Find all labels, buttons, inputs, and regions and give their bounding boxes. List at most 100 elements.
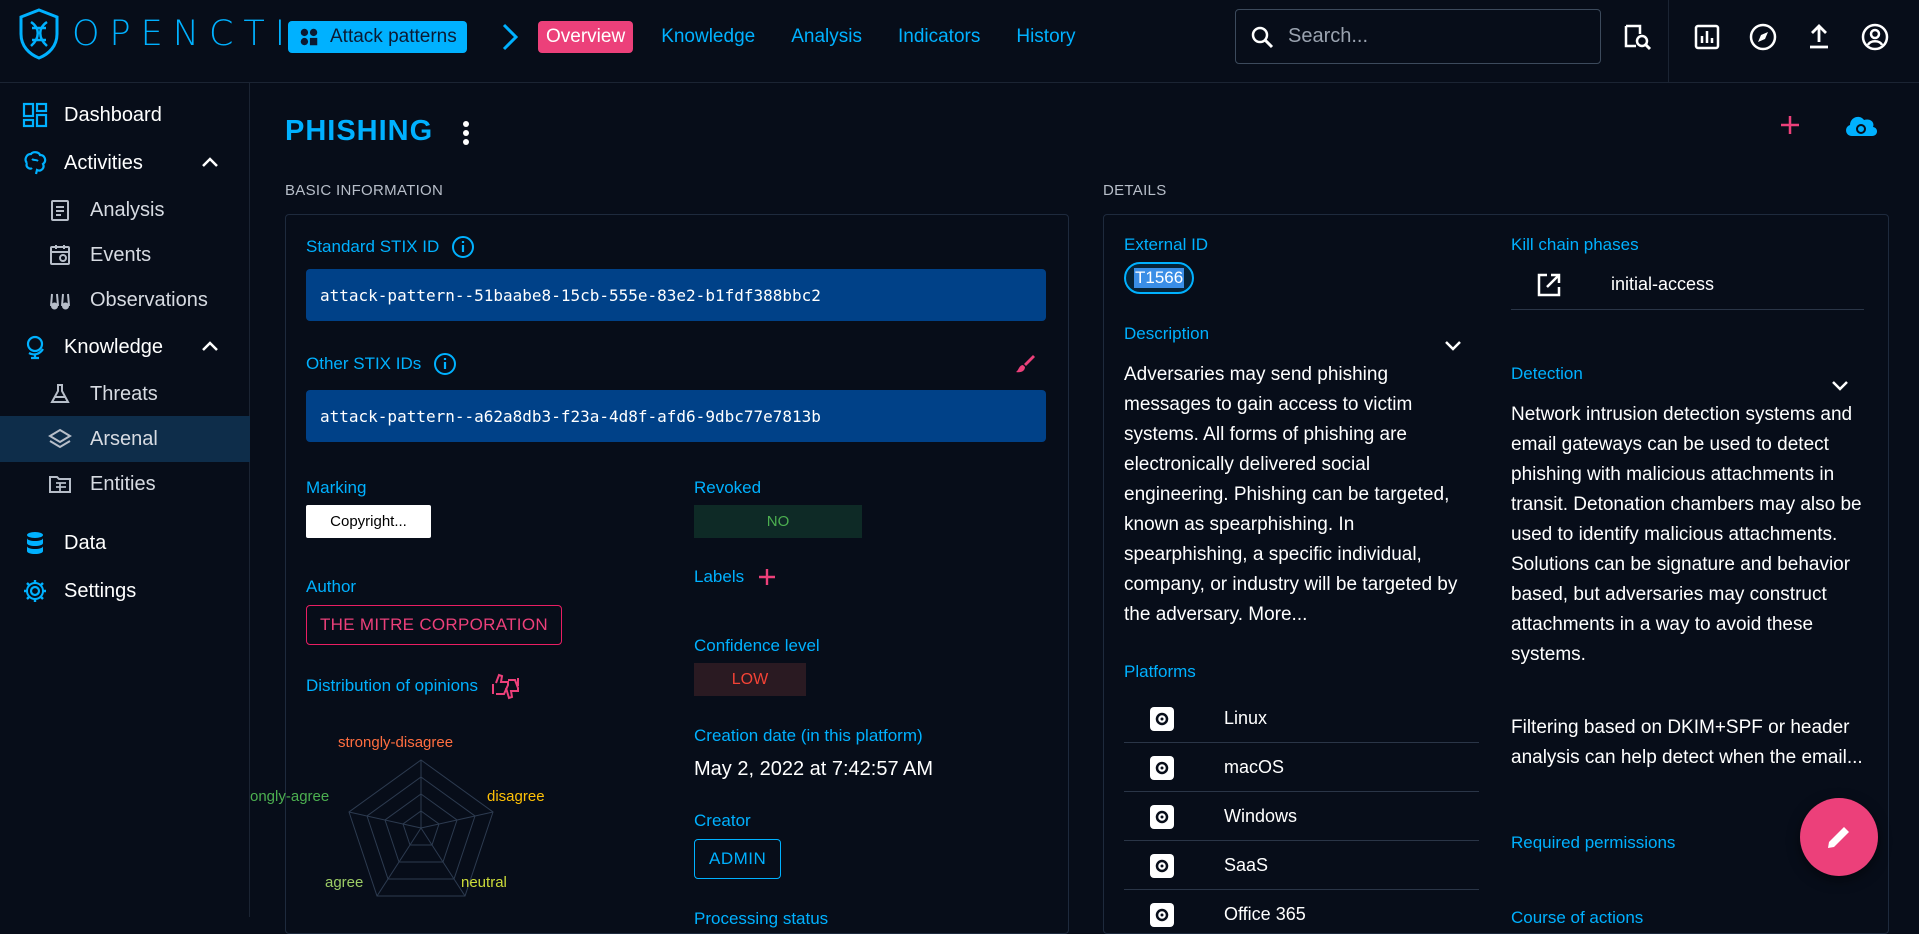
creator-label: Creator — [694, 811, 751, 830]
platform-row[interactable]: SaaS — [1124, 842, 1479, 890]
sidebar-item-label: Threats — [90, 382, 158, 405]
search-icon — [1251, 26, 1274, 48]
top-actions — [1690, 20, 1892, 54]
sidebar-item-analysis[interactable]: Analysis — [0, 187, 250, 233]
platform-row[interactable]: Linux — [1124, 695, 1479, 743]
tab-history[interactable]: History — [1008, 21, 1083, 53]
add-icon[interactable] — [1774, 109, 1806, 141]
chevron-up-icon — [202, 341, 218, 351]
standard-stix-label-text: Standard STIX ID — [306, 237, 440, 256]
sidebar-item-observations[interactable]: Observations — [0, 277, 250, 323]
radar-label-disagree: disagree — [487, 788, 545, 805]
folder-table-icon — [49, 476, 71, 493]
tab-analysis[interactable]: Analysis — [783, 21, 870, 53]
sidebar-item-label: Arsenal — [90, 427, 158, 450]
sidebar-item-arsenal[interactable]: Arsenal — [0, 416, 250, 462]
opencti-logo[interactable]: OPENCTI — [18, 8, 295, 60]
marking-chip[interactable]: Copyright... — [306, 505, 431, 538]
platform-label: Office 365 — [1224, 904, 1306, 924]
reports-icon[interactable] — [1690, 20, 1724, 54]
chevron-down-icon[interactable] — [1441, 333, 1465, 357]
upload-icon[interactable] — [1802, 20, 1836, 54]
platform-label: SaaS — [1224, 855, 1269, 875]
kill-chain-label: Kill chain phases — [1511, 235, 1639, 254]
platforms-label: Platforms — [1124, 662, 1196, 681]
confidence-badge: LOW — [694, 663, 806, 696]
entity-type-chip[interactable]: Attack patterns — [288, 21, 467, 53]
author-chip[interactable]: THE MITRE CORPORATION — [306, 605, 562, 645]
edit-fab-button[interactable] — [1800, 798, 1878, 876]
other-stix-label-text: Other STIX IDs — [306, 354, 422, 373]
chevron-down-icon[interactable] — [1828, 373, 1852, 397]
processing-status-label: Processing status — [694, 909, 829, 928]
top-divider — [1668, 0, 1669, 83]
chevron-up-icon — [202, 157, 218, 167]
basic-info-panel: Standard STIX ID attack-pattern--51baabe… — [250, 214, 1069, 934]
platform-row[interactable]: Office 365 — [1124, 891, 1479, 933]
brush-edit-icon[interactable] — [1013, 352, 1037, 376]
creator-chip[interactable]: ADMIN — [694, 839, 782, 879]
sidebar-item-label: Observations — [90, 288, 208, 311]
sidebar-item-label: Entities — [90, 472, 156, 495]
revoked-label: Revoked — [694, 478, 762, 497]
labels-label-text: Labels — [694, 567, 745, 586]
revoked-badge: NO — [694, 505, 862, 538]
search-input[interactable] — [1288, 25, 1568, 48]
more-vertical-icon[interactable] — [452, 117, 480, 149]
standard-stix-value: attack-pattern--51baabe8-15cb-555e-83e2-… — [306, 269, 1046, 321]
tab-indicators[interactable]: Indicators — [890, 21, 988, 53]
kill-chain-row[interactable]: initial-access — [1511, 260, 1864, 310]
kill-chain-phase-label: initial-access — [1611, 274, 1715, 294]
settings-box-icon — [1150, 706, 1174, 731]
bulk-search-icon[interactable] — [1620, 20, 1654, 54]
left-sidebar: Dashboard Activities Analysis Events Obs — [0, 83, 250, 917]
sidebar-item-data[interactable]: Data — [0, 520, 250, 566]
flask-icon — [50, 384, 70, 403]
info-icon[interactable] — [451, 235, 475, 259]
author-label: Author — [306, 577, 357, 596]
sidebar-item-dashboard[interactable]: Dashboard — [0, 92, 250, 138]
sidebar-item-settings[interactable]: Settings — [0, 568, 250, 614]
sidebar-item-label: Settings — [64, 579, 137, 602]
radar-label-strongly-agree: ongly-agree — [250, 788, 330, 805]
opinions-label-text: Distribution of opinions — [306, 676, 478, 695]
required-permissions-label: Required permissions — [1511, 833, 1676, 852]
sidebar-item-threats[interactable]: Threats — [0, 371, 250, 417]
entity-nav: Overview Knowledge Analysis Indicators H… — [538, 21, 1083, 53]
settings-box-icon — [1150, 804, 1174, 829]
external-id-label: External ID — [1124, 235, 1209, 254]
detection-label: Detection — [1511, 364, 1583, 383]
radar-label-neutral: neutral — [461, 874, 507, 891]
sidebar-item-events[interactable]: Events — [0, 232, 250, 278]
compass-icon[interactable] — [1746, 20, 1780, 54]
opencti-shield-icon — [19, 8, 59, 60]
sidebar-item-activities[interactable]: Activities — [0, 140, 250, 186]
account-icon[interactable] — [1858, 20, 1892, 54]
settings-box-icon — [1150, 902, 1174, 927]
platform-row[interactable]: Windows — [1124, 793, 1479, 841]
settings-box-icon — [1150, 755, 1174, 780]
info-icon[interactable] — [433, 352, 457, 376]
sidebar-item-entities[interactable]: Entities — [0, 461, 250, 507]
thumbs-opinion-icon[interactable] — [490, 672, 522, 700]
cog-icon — [24, 580, 46, 602]
tab-overview[interactable]: Overview — [538, 21, 634, 53]
external-id-chip[interactable]: T1566 — [1124, 262, 1195, 294]
details-heading: DETAILS — [1103, 182, 1167, 199]
globe-icon — [26, 335, 44, 360]
platform-row[interactable]: macOS — [1124, 744, 1479, 792]
clipboard-icon — [51, 200, 69, 221]
detection-text-2: Filtering based on DKIM+SPF or header an… — [1511, 717, 1863, 768]
radar-label-strongly-disagree: strongly-disagree — [338, 734, 454, 751]
tab-knowledge[interactable]: Knowledge — [653, 21, 763, 53]
add-label-icon[interactable] — [756, 566, 778, 588]
standard-stix-label: Standard STIX ID — [306, 235, 475, 259]
cloud-refresh-icon[interactable] — [1842, 109, 1880, 141]
sidebar-item-knowledge[interactable]: Knowledge — [0, 324, 250, 370]
opinions-label: Distribution of opinions — [306, 672, 522, 700]
radar-label-agree: agree — [325, 874, 364, 891]
attack-pattern-icon — [300, 28, 318, 46]
platform-label: macOS — [1224, 757, 1285, 777]
search-box[interactable] — [1235, 9, 1601, 64]
dashboard-icon — [22, 102, 48, 128]
